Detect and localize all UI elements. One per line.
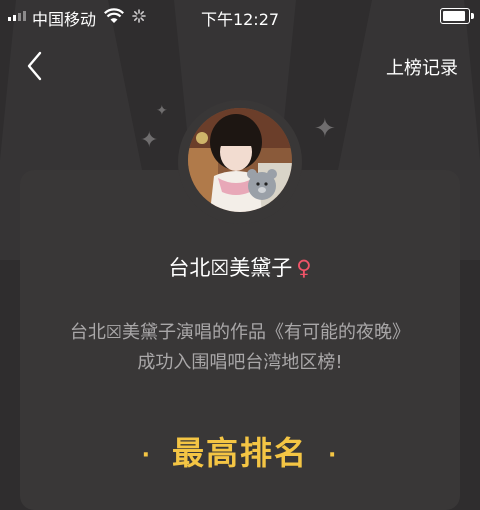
achievement-description: 台北☒美黛子演唱的作品《有可能的夜晚》 成功入围唱吧台湾地区榜! [20, 318, 460, 378]
back-button[interactable] [24, 50, 46, 82]
decorative-dot-left: · [141, 442, 152, 468]
female-icon: ♀ [296, 256, 312, 280]
singer-name[interactable]: 台北☒美黛子 [168, 256, 292, 280]
description-line-1: 台北☒美黛子演唱的作品《有可能的夜晚》 [69, 322, 411, 343]
section-title: 最高排名 [171, 434, 308, 472]
battery-icon [440, 8, 474, 24]
status-time: 下午12:27 [200, 10, 280, 29]
avatar-photo [188, 108, 292, 212]
sparkle-icon: ✦ [314, 114, 336, 144]
sparkle-icon: ✦ [156, 103, 168, 119]
highest-rank-heading: · 最高排名 · [0, 428, 480, 474]
status-bar: 中国移动 下午12:27 [0, 0, 480, 32]
avatar[interactable] [188, 108, 292, 212]
description-line-2: 成功入围唱吧台湾地区榜! [137, 352, 343, 373]
ranking-history-link[interactable]: 上榜记录 [386, 54, 458, 80]
singer-name-row: 台北☒美黛子 ♀ [0, 252, 480, 282]
decorative-dot-right: · [328, 442, 339, 468]
sparkle-icon: ✦ [140, 128, 159, 153]
